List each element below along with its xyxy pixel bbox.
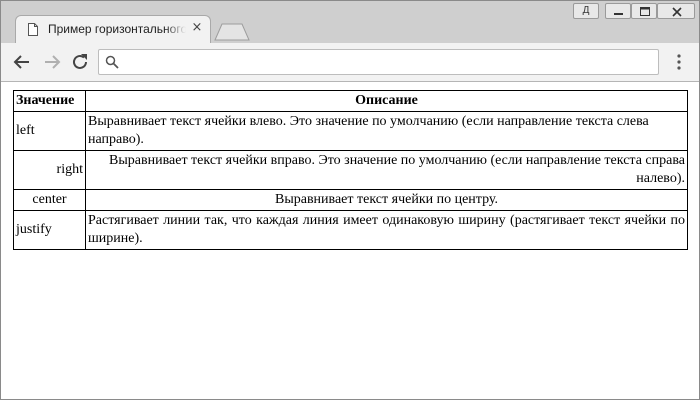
description-cell: Растягивает линии так, что каждая линия … — [85, 210, 688, 250]
table-row: right Выравнивает текст ячейки вправо. Э… — [13, 150, 688, 190]
description-cell: Выравнивает текст ячейки вправо. Это зна… — [85, 150, 688, 190]
header-value: Значение — [13, 90, 86, 112]
tab-title: Пример горизонтального выравнивания — [48, 22, 186, 36]
minimize-icon — [614, 13, 623, 15]
menu-dots-icon[interactable] — [669, 52, 689, 72]
description-cell: Выравнивает текст ячейки влево. Это знач… — [85, 111, 688, 151]
table-row: justify Растягивает линии так, что кажда… — [13, 210, 688, 250]
tab-close-icon[interactable]: × — [190, 21, 204, 35]
maximize-button[interactable] — [631, 3, 657, 19]
page-icon — [28, 23, 38, 36]
browser-window: Пример горизонтального выравнивания × Д — [0, 0, 700, 400]
value-cell: center — [13, 189, 86, 211]
table-header-row: Значение Описание — [13, 90, 688, 112]
minimize-button[interactable] — [605, 3, 631, 19]
value-cell: justify — [13, 210, 86, 250]
value-cell: left — [13, 111, 86, 151]
reload-icon[interactable] — [69, 51, 91, 73]
page-content: Значение Описание left Выравнивает текст… — [1, 82, 699, 399]
forward-arrow-icon[interactable] — [41, 51, 63, 73]
search-icon — [105, 55, 119, 69]
value-cell: right — [13, 150, 86, 190]
title-bar: Пример горизонтального выравнивания × Д — [1, 1, 699, 43]
back-arrow-icon[interactable] — [11, 51, 33, 73]
user-button[interactable]: Д — [573, 3, 599, 19]
table-row: center Выравнивает текст ячейки по центр… — [13, 189, 688, 211]
description-cell: Выравнивает текст ячейки по центру. — [85, 189, 688, 211]
table-row: left Выравнивает текст ячейки влево. Это… — [13, 111, 688, 151]
new-tab-button[interactable] — [214, 23, 250, 41]
alignment-table: Значение Описание left Выравнивает текст… — [13, 90, 688, 250]
maximize-icon — [640, 7, 650, 16]
browser-toolbar — [1, 43, 699, 82]
window-close-button[interactable] — [657, 3, 695, 19]
close-icon — [672, 7, 682, 17]
browser-tab[interactable]: Пример горизонтального выравнивания × — [15, 15, 211, 43]
address-bar[interactable] — [98, 49, 659, 75]
header-description: Описание — [85, 90, 688, 112]
